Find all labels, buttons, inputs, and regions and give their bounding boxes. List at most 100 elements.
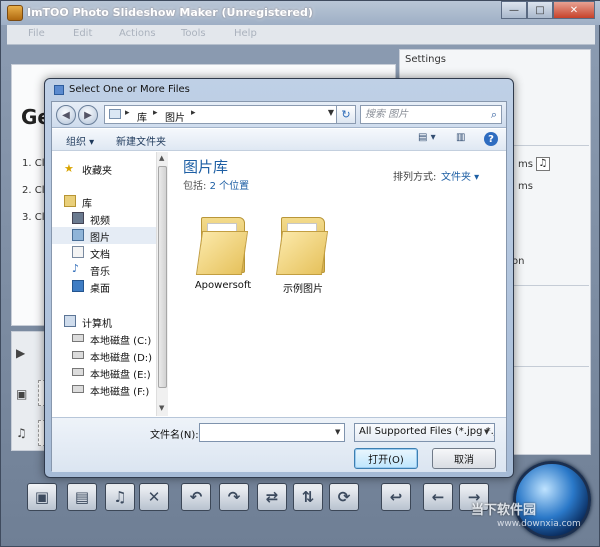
nav-drive-e-label: 本地磁盘 (E:)	[90, 370, 151, 381]
play-icon[interactable]: ▶	[16, 346, 25, 360]
content-pane: 图片库 包括: 2 个位置 排列方式: 文件夹 ▾ Apowersoft 示例图…	[169, 152, 506, 416]
move-left-button[interactable]: ←	[423, 483, 453, 511]
forward-button[interactable]: ▶	[78, 105, 98, 125]
rotate-left-button[interactable]: ↶	[181, 483, 211, 511]
arrange-by-dropdown[interactable]: 文件夹 ▾	[441, 168, 479, 183]
folder-item[interactable]: 示例图片	[265, 217, 341, 307]
breadcrumb-pictures[interactable]: 图片	[165, 109, 185, 124]
dialog-bottom: 文件名(N): ▼ All Supported Files (*.jpg *.j…	[52, 417, 506, 472]
new-folder-button[interactable]: 新建文件夹	[116, 133, 166, 148]
maximize-button[interactable]: □	[527, 1, 553, 19]
nav-drive-d[interactable]: 本地磁盘 (D:)	[52, 347, 156, 364]
library-title: 图片库	[183, 158, 229, 176]
file-dialog: Select One or More Files ◀ ▶ ▸ 库 ▸ 图片 ▸ …	[44, 78, 514, 478]
star-icon: ★	[64, 162, 74, 175]
music-note-icon[interactable]: ♫	[536, 157, 550, 171]
nav-videos[interactable]: 视频	[52, 210, 156, 227]
help-icon[interactable]: ?	[484, 132, 498, 146]
flip-horizontal-button[interactable]: ⇄	[257, 483, 287, 511]
nav-computer-label: 计算机	[82, 319, 112, 330]
nav-desktop[interactable]: 桌面	[52, 278, 156, 295]
chevron-down-icon[interactable]: ▼	[335, 428, 340, 436]
app-logo-icon	[7, 5, 23, 21]
menu-tools[interactable]: Tools	[181, 28, 206, 39]
nav-drive-f-label: 本地磁盘 (F:)	[90, 387, 150, 398]
chevron-down-icon[interactable]: ▼	[328, 108, 334, 117]
nav-favorites[interactable]: ★ 收藏夹	[52, 160, 156, 177]
add-image-button[interactable]: ▣	[27, 483, 57, 511]
chevron-right-icon[interactable]: ▸	[191, 108, 196, 118]
nav-drive-e[interactable]: 本地磁盘 (E:)	[52, 364, 156, 381]
settings-transition-unit: ms	[518, 181, 533, 192]
chevron-right-icon[interactable]: ▸	[125, 108, 130, 118]
nav-computer[interactable]: 计算机	[52, 313, 156, 330]
organize-menu[interactable]: 组织 ▾	[66, 133, 94, 148]
window-controls: — □ ✕	[501, 1, 595, 19]
minimize-button[interactable]: —	[501, 1, 527, 19]
scroll-down-icon[interactable]: ▼	[159, 404, 164, 412]
filename-input[interactable]	[199, 423, 345, 442]
desktop-icon	[72, 280, 84, 292]
search-box[interactable]: ⌕	[360, 105, 502, 124]
folder-icon	[275, 217, 329, 277]
cancel-button[interactable]: 取消	[432, 448, 496, 469]
refresh-button[interactable]: ↻	[336, 105, 356, 124]
nav-videos-label: 视频	[90, 216, 110, 227]
chevron-down-icon[interactable]: ▼	[484, 428, 489, 436]
address-bar[interactable]: ▸ 库 ▸ 图片 ▸ ▼	[104, 105, 338, 124]
menubar: File Edit Actions Tools Help	[7, 25, 595, 45]
menu-edit[interactable]: Edit	[73, 28, 92, 39]
folder-icon	[109, 109, 121, 119]
navigation-pane: ★ 收藏夹 库 视频 图片 文档 ♪ 音乐 桌面 计算机 本地磁盘 (C:) 本…	[52, 152, 168, 416]
picture-icon	[72, 229, 84, 241]
nav-pictures[interactable]: 图片	[52, 227, 156, 244]
menu-file[interactable]: File	[28, 28, 45, 39]
preview-pane-icon[interactable]: ▥	[456, 132, 465, 143]
open-button[interactable]: 打开(O)	[354, 448, 418, 469]
chevron-right-icon[interactable]: ▸	[153, 108, 158, 118]
view-options-icon[interactable]: ▤ ▾	[418, 132, 436, 143]
breadcrumb-libraries[interactable]: 库	[137, 109, 147, 124]
dialog-titlebar: Select One or More Files	[45, 79, 513, 101]
app-titlebar: ImTOO Photo Slideshow Maker (Unregistere…	[1, 1, 600, 25]
folder-item[interactable]: Apowersoft	[185, 217, 261, 307]
filetype-select[interactable]: All Supported Files (*.jpg *.jp	[354, 423, 495, 442]
add-folder-button[interactable]: ▤	[67, 483, 97, 511]
scroll-up-icon[interactable]: ▲	[159, 154, 164, 162]
nav-libraries[interactable]: 库	[52, 193, 156, 210]
nav-documents-label: 文档	[90, 250, 110, 261]
includes-label: 包括:	[183, 181, 207, 192]
watermark-text: 当下软件园	[471, 503, 537, 518]
settings-duration-unit: ms	[518, 159, 533, 170]
nav-scrollbar[interactable]: ▲ ▼	[156, 152, 168, 416]
menu-actions[interactable]: Actions	[119, 28, 156, 39]
nav-drive-f[interactable]: 本地磁盘 (F:)	[52, 381, 156, 398]
close-button[interactable]: ✕	[553, 1, 595, 19]
nav-scrollbar-thumb[interactable]	[158, 166, 167, 388]
watermark-url: www.downxia.com	[497, 519, 581, 529]
rotate-right-button[interactable]: ↷	[219, 483, 249, 511]
nav-libraries-label: 库	[82, 199, 92, 210]
flip-vertical-button[interactable]: ⇅	[293, 483, 323, 511]
add-music-button[interactable]: ♫	[105, 483, 135, 511]
settings-label: Settings	[405, 54, 447, 65]
library-includes: 包括: 2 个位置	[183, 177, 249, 192]
video-icon	[72, 212, 84, 224]
effect-button[interactable]: ⟳	[329, 483, 359, 511]
drive-icon	[72, 385, 84, 393]
nav-drive-c[interactable]: 本地磁盘 (C:)	[52, 330, 156, 347]
search-input[interactable]	[365, 107, 481, 122]
undo-button[interactable]: ↩	[381, 483, 411, 511]
nav-music[interactable]: ♪ 音乐	[52, 261, 156, 278]
search-icon[interactable]: ⌕	[491, 108, 497, 122]
image-track-icon: ▣	[16, 387, 28, 401]
nav-documents[interactable]: 文档	[52, 244, 156, 261]
menu-help[interactable]: Help	[234, 28, 257, 39]
nav-pictures-label: 图片	[90, 233, 110, 244]
includes-link[interactable]: 2 个位置	[210, 181, 250, 192]
app-title: ImTOO Photo Slideshow Maker (Unregistere…	[27, 6, 313, 19]
back-button[interactable]: ◀	[56, 105, 76, 125]
dialog-toolbar: 组织 ▾ 新建文件夹 ▤ ▾ ▥ ?	[52, 129, 506, 151]
delete-button[interactable]: ✕	[139, 483, 169, 511]
filename-label: 文件名(N):	[150, 430, 199, 441]
